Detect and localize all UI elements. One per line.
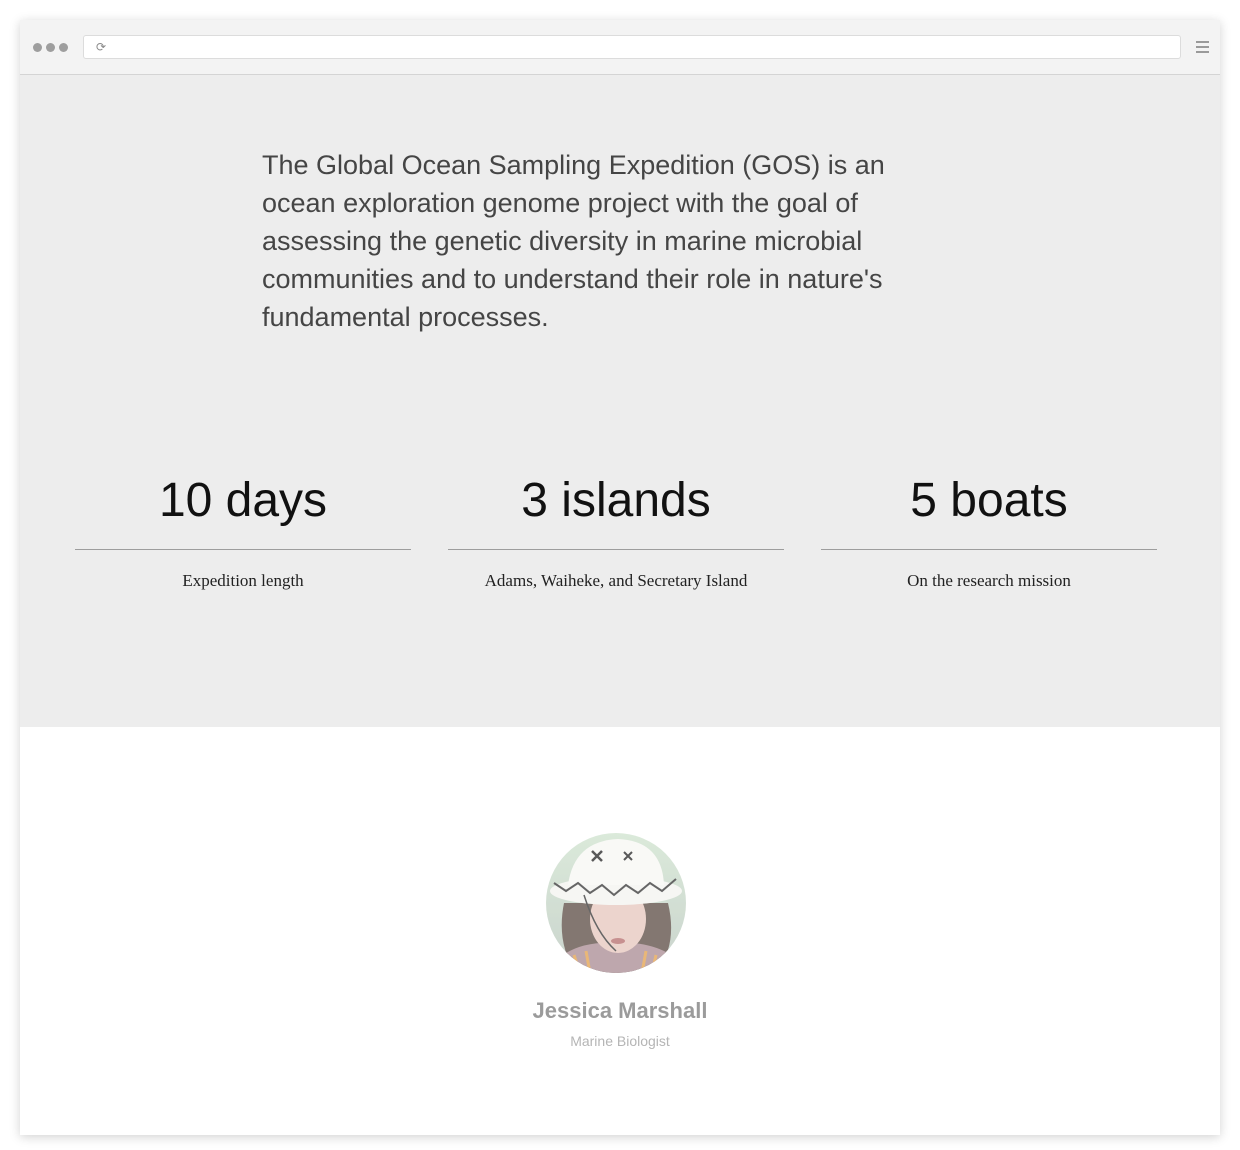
browser-toolbar: ⟳ [20, 20, 1220, 75]
stat-value: 3 islands [448, 470, 784, 550]
window-dot-icon[interactable] [59, 43, 68, 52]
address-bar[interactable]: ⟳ [83, 35, 1181, 59]
intro-paragraph: The Global Ocean Sampling Expedition (GO… [262, 150, 885, 332]
stat-label: Expedition length [182, 571, 304, 590]
person-role: Marine Biologist [570, 1033, 670, 1049]
window-controls[interactable] [33, 43, 68, 52]
person-name: Jessica Marshall [532, 998, 708, 1023]
browser-window: ⟳ The Global Ocean Sampling Expedition (… [20, 20, 1220, 1135]
stat-label: On the research mission [907, 571, 1071, 590]
hero-section: The Global Ocean Sampling Expedition (GO… [20, 75, 1220, 727]
avatar-portrait-image [546, 833, 686, 973]
stat-value: 10 days [75, 470, 411, 550]
window-dot-icon[interactable] [46, 43, 55, 52]
reload-icon[interactable]: ⟳ [96, 40, 106, 54]
stat-label: Adams, Waiheke, and Secretary Island [484, 571, 748, 590]
stat-expedition-length: 10 days Expedition length [75, 470, 411, 591]
stat-boats: 5 boats On the research mission [821, 470, 1157, 591]
avatar [546, 833, 686, 973]
profile-section: Jessica Marshall Marine Biologist [20, 727, 1220, 1135]
stat-islands: 3 islands Adams, Waiheke, and Secretary … [448, 470, 784, 591]
stat-value: 5 boats [821, 470, 1157, 550]
window-dot-icon[interactable] [33, 43, 42, 52]
hamburger-menu-icon[interactable] [1196, 41, 1209, 53]
